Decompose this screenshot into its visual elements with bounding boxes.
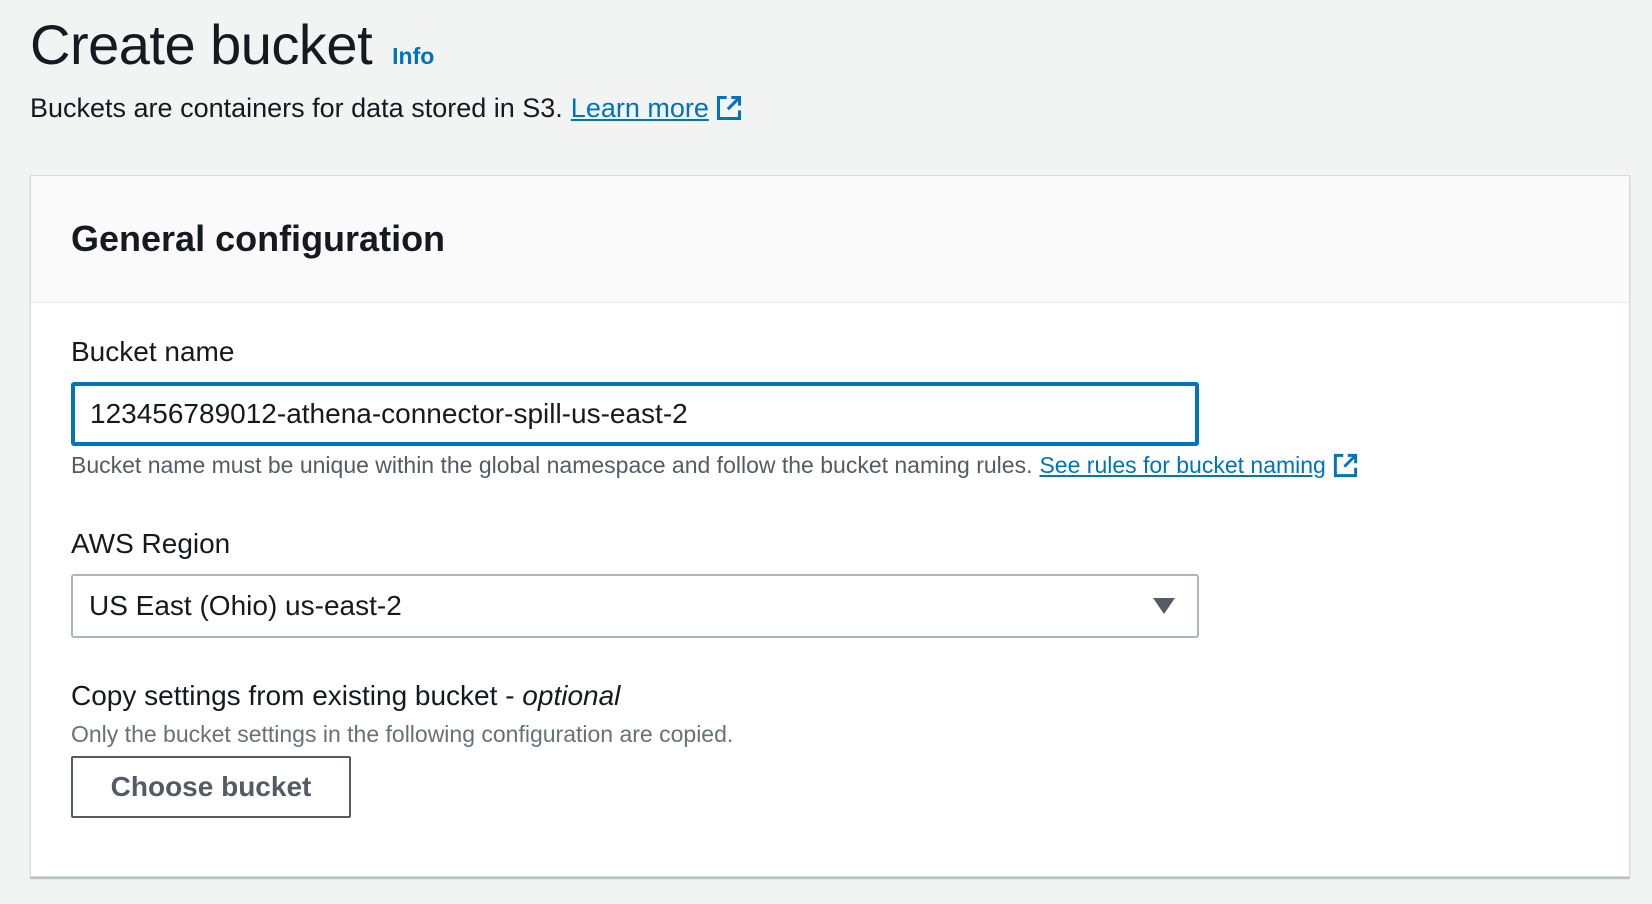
- aws-region-label: AWS Region: [71, 528, 231, 559]
- panel-header: General configuration: [31, 176, 1629, 303]
- bucket-name-label: Bucket name: [71, 336, 235, 367]
- aws-region-selected-value: US East (Ohio) us-east-2: [89, 590, 402, 621]
- bucket-naming-rules-link[interactable]: See rules for bucket naming: [1039, 450, 1358, 480]
- copy-settings-description: Only the bucket settings in the followin…: [71, 721, 734, 747]
- page-header: Create bucket Info Buckets are container…: [30, 10, 1622, 126]
- panel-title: General configuration: [71, 218, 446, 259]
- bucket-name-input[interactable]: [71, 382, 1199, 446]
- caret-down-icon: [1153, 598, 1175, 614]
- aws-region-select[interactable]: US East (Ohio) us-east-2: [71, 574, 1199, 638]
- info-link[interactable]: Info: [392, 43, 434, 70]
- learn-more-link[interactable]: Learn more: [571, 90, 743, 126]
- external-link-icon: [1332, 452, 1359, 479]
- bucket-name-constraint-text: Bucket name must be unique within the gl…: [71, 452, 1033, 478]
- choose-bucket-button[interactable]: Choose bucket: [71, 756, 351, 818]
- copy-settings-optional: optional: [522, 680, 621, 711]
- bucket-naming-rules-label: See rules for bucket naming: [1039, 452, 1326, 478]
- page-description: Buckets are containers for data stored i…: [30, 90, 1622, 126]
- learn-more-label: Learn more: [570, 93, 709, 123]
- copy-settings-label: Copy settings from existing bucket - opt…: [71, 679, 620, 713]
- page-title: Create bucket: [30, 13, 373, 76]
- bucket-name-constraint: Bucket name must be unique within the gl…: [71, 450, 1359, 480]
- title-row: Create bucket Info: [30, 10, 1622, 80]
- copy-settings-label-text: Copy settings from existing bucket -: [71, 680, 515, 711]
- general-configuration-panel: General configuration Bucket name Bucket…: [30, 175, 1630, 877]
- page-description-text: Buckets are containers for data stored i…: [30, 93, 563, 123]
- external-link-icon: [715, 94, 743, 122]
